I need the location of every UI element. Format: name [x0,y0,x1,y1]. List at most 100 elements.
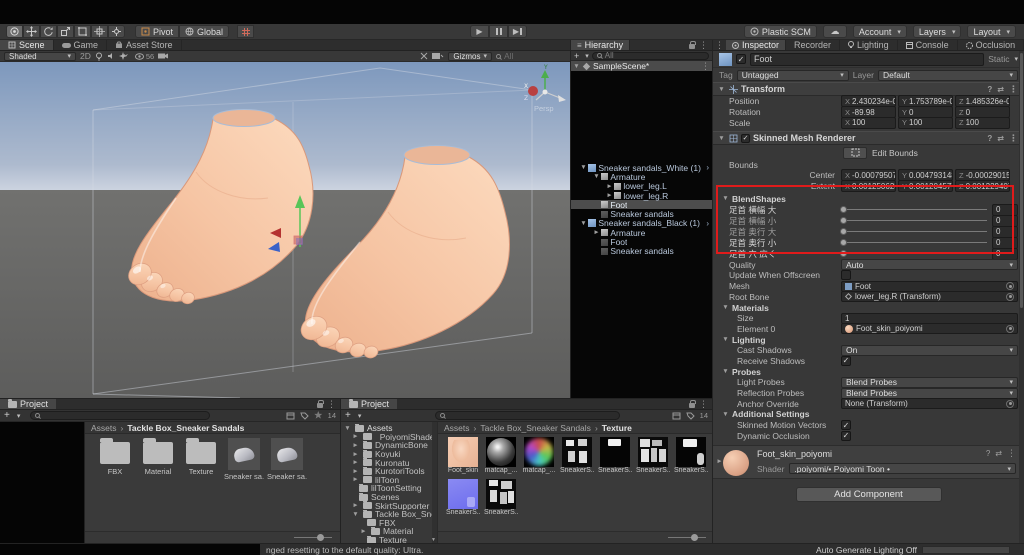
scale-z-field[interactable]: Z100 [955,117,1010,129]
blendshape-value-field[interactable]: 0 [992,248,1018,260]
blendshape-slider[interactable] [841,231,987,232]
presets-icon[interactable]: ⇄ [997,134,1004,143]
project-tree-left-empty[interactable] [0,422,85,543]
hierarchy-item[interactable]: ► Armature [571,228,712,237]
tab-game[interactable]: Game [54,40,108,50]
blendshape-slider[interactable] [841,220,987,221]
label-filter-icon[interactable] [686,412,695,420]
hierarchy-item[interactable]: ► lower_leg.R [571,191,712,200]
layout-dropdown[interactable]: Layout▾ [967,25,1016,38]
move-tool-button[interactable] [23,25,40,38]
object-picker-icon[interactable] [1006,293,1014,301]
kebab-menu-icon[interactable]: ⋮ [699,41,708,50]
kebab-menu-icon[interactable]: ⋮ [699,400,708,409]
hierarchy-item-prefab-root[interactable]: ▼ Sneaker sandals_Black (1)› [571,219,712,228]
kebab-menu-icon[interactable]: ⋮ [701,62,710,71]
tools-icon[interactable] [420,52,428,60]
pause-button[interactable] [489,25,508,38]
asset-texture[interactable]: matcap_... [484,437,518,474]
tree-item[interactable]: ►KurotoriTools [343,467,437,476]
extent-y-field[interactable]: Y0.001204577 [898,180,953,192]
hierarchy-item-disabled[interactable]: Foot [571,237,712,246]
tab-occlusion[interactable]: Occlusion [958,40,1024,50]
tab-inspector[interactable]: Inspector [726,40,786,50]
blendshape-slider[interactable] [841,209,987,210]
project-search-input[interactable] [30,411,210,420]
hierarchy-item-selected[interactable]: Foot [571,200,712,209]
tree-item[interactable]: ►SkirtSupporter [343,501,437,510]
project-search-input[interactable] [435,411,620,420]
tree-scrollbar[interactable]: ▼ [432,422,437,543]
name-field[interactable]: Foot [750,53,984,66]
asset-texture[interactable]: SneakerS... [446,479,480,516]
asset-type-filter-icon[interactable] [286,412,295,420]
step-button[interactable]: ▶ [508,25,527,38]
tab-lighting[interactable]: Lighting [840,40,898,50]
skinned-motion-vectors-checkbox[interactable]: ✓ [841,420,851,430]
scene-audio-toggle[interactable] [107,52,115,60]
asset-folder[interactable]: Texture [181,436,221,476]
tree-item[interactable]: lilToonSetting [343,484,437,493]
rect-tool-button[interactable] [74,25,91,38]
asset-folder[interactable]: FBX [95,436,135,476]
active-checkbox[interactable]: ✓ [736,54,746,64]
scene-viewport[interactable]: Y X Z Persp [0,62,570,398]
help-icon[interactable]: ? [987,134,992,143]
create-button[interactable]: + [574,51,579,61]
tab-hierarchy[interactable]: ≡Hierarchy [571,40,630,50]
play-button[interactable]: ▶ [470,25,489,38]
scale-y-field[interactable]: Y100 [898,117,953,129]
rotate-tool-button[interactable] [40,25,57,38]
probes-foldout[interactable]: ▼Probes [713,366,1024,377]
lock-icon[interactable] [689,403,695,408]
layers-dropdown[interactable]: Layers▾ [913,25,962,38]
cast-shadows-dropdown[interactable]: On▾ [841,345,1018,356]
hierarchy-item-prefab-root[interactable]: ▼ Sneaker sandals_White (1)› [571,163,712,172]
additional-settings-foldout[interactable]: ▼Additional Settings [713,409,1024,420]
create-button[interactable]: + [345,410,351,421]
help-icon[interactable]: ? [986,449,990,458]
shading-mode-dropdown[interactable]: Shaded▾ [4,52,76,61]
tab-asset-store[interactable]: Asset Store [107,40,182,50]
tree-item[interactable]: Texture [343,536,437,543]
tree-item[interactable]: ►Kuronatu [343,458,437,467]
object-picker-icon[interactable] [1006,325,1014,333]
materials-foldout[interactable]: ▼Materials [713,302,1024,313]
anchor-override-field[interactable]: None (Transform) [841,398,1018,409]
transform-header[interactable]: ▼ Transform ?⇄⋮ [713,82,1024,96]
tree-item[interactable]: ►_PoiyomiShaders [343,433,437,442]
tab-project-left[interactable]: Project [0,399,56,409]
asset-prefab[interactable]: Sneaker sa... [224,436,264,481]
hierarchy-item[interactable]: ▼ Armature [571,172,712,181]
dynamic-occlusion-checkbox[interactable]: ✓ [841,431,851,441]
projection-mode-label[interactable]: Persp [534,104,554,113]
gizmos-dropdown[interactable]: Gizmos▾ [448,52,492,61]
receive-shadows-checkbox[interactable]: ✓ [841,356,851,366]
auto-generate-lighting-toggle[interactable]: Auto Generate Lighting Off [816,545,917,555]
hierarchy-item-disabled[interactable]: Sneaker sandals [571,247,712,256]
material-preview-strip[interactable]: ► Foot_skin_poiyomi ?⇄⋮ Shader .poiyomi/… [713,445,1024,479]
asset-texture[interactable]: matcap_... [522,437,556,474]
blendshape-slider[interactable] [841,253,987,254]
lock-icon[interactable] [689,44,695,49]
create-button[interactable]: + [4,410,10,421]
tag-dropdown[interactable]: Untagged▾ [737,70,849,81]
tab-recorder[interactable]: Recorder [786,40,840,50]
update-offscreen-checkbox[interactable] [841,270,851,280]
tree-item[interactable]: Scenes [343,493,437,502]
layer-dropdown[interactable]: Default▾ [878,70,1018,81]
kebab-menu-icon[interactable]: ⋮ [1007,449,1016,458]
kebab-menu-icon[interactable]: ⋮ [1009,134,1018,143]
root-bone-object-field[interactable]: lower_leg.R (Transform) [841,291,1018,302]
edit-bounds-button[interactable] [843,147,867,159]
camera-view-dropdown[interactable] [158,52,168,60]
plastic-scm-button[interactable]: Plastic SCM [744,25,817,38]
scrollbar-thumb[interactable] [1020,53,1023,308]
hierarchy-item-disabled[interactable]: Sneaker sandals [571,209,712,218]
pivot-toggle[interactable]: Pivot [135,25,179,38]
scene-visibility-toggle[interactable]: 56 [135,52,154,61]
hierarchy-search-input[interactable]: All [592,52,709,60]
blendshape-slider[interactable] [841,242,987,243]
breadcrumb[interactable]: Assets›Tackle Box_Sneaker Sandals›Textur… [438,422,712,434]
asset-texture[interactable]: SneakerS... [674,437,708,474]
